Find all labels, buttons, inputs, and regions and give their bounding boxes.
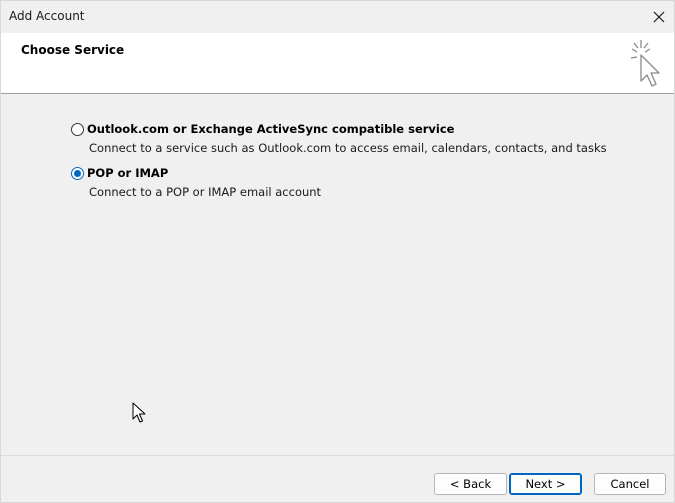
option-exchange-activesync[interactable]: Outlook.com or Exchange ActiveSync compa… bbox=[71, 121, 607, 165]
option-label[interactable]: POP or IMAP bbox=[87, 166, 168, 180]
mouse-cursor-icon bbox=[132, 402, 146, 423]
page-title: Choose Service bbox=[21, 43, 125, 57]
back-button[interactable]: < Back bbox=[434, 473, 507, 495]
option-description: Connect to a service such as Outlook.com… bbox=[89, 141, 607, 155]
option-label[interactable]: Outlook.com or Exchange ActiveSync compa… bbox=[87, 122, 454, 136]
cancel-button[interactable]: Cancel bbox=[594, 473, 666, 495]
radio-pop-imap[interactable] bbox=[71, 166, 84, 180]
add-account-dialog: Add Account Choose Service Outlook.com o… bbox=[0, 0, 675, 503]
radio-exchange-activesync[interactable] bbox=[71, 122, 84, 136]
service-options: Outlook.com or Exchange ActiveSync compa… bbox=[71, 121, 607, 209]
close-button[interactable] bbox=[644, 1, 674, 33]
window-title: Add Account bbox=[9, 9, 85, 23]
title-bar: Add Account bbox=[1, 1, 674, 33]
dialog-header: Choose Service bbox=[1, 33, 674, 94]
option-pop-imap[interactable]: POP or IMAP Connect to a POP or IMAP ema… bbox=[71, 165, 454, 209]
next-button[interactable]: Next > bbox=[509, 473, 582, 495]
close-icon bbox=[653, 11, 665, 23]
dialog-footer: < Back Next > Cancel bbox=[1, 455, 674, 503]
pointer-click-icon bbox=[630, 40, 660, 87]
option-description: Connect to a POP or IMAP email account bbox=[89, 185, 322, 199]
